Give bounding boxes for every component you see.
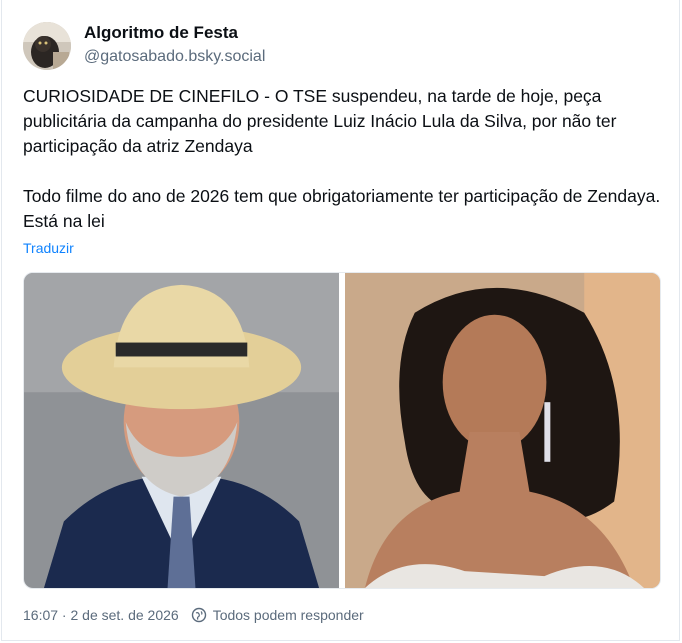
reply-setting[interactable]: Todos podem responder <box>213 607 364 623</box>
post-timestamp[interactable]: 16:07 · 2 de set. de 2026 <box>23 607 179 623</box>
translate-link[interactable]: Traduzir <box>23 240 74 256</box>
post-image-2[interactable] <box>345 273 660 588</box>
author-name[interactable]: Algoritmo de Festa <box>84 23 238 43</box>
post-meta: 16:07 · 2 de set. de 2026 Todos podem re… <box>23 607 364 623</box>
post-text: CURIOSIDADE DE CINEFILO - O TSE suspende… <box>23 86 661 231</box>
post-image-1[interactable] <box>24 273 339 588</box>
post-card[interactable]: Algoritmo de Festa @gatosabado.bsky.soci… <box>1 0 680 641</box>
globe-icon <box>191 607 207 623</box>
author-avatar[interactable] <box>23 22 71 70</box>
author-handle[interactable]: @gatosabado.bsky.social <box>84 48 265 66</box>
post-images <box>23 272 661 589</box>
